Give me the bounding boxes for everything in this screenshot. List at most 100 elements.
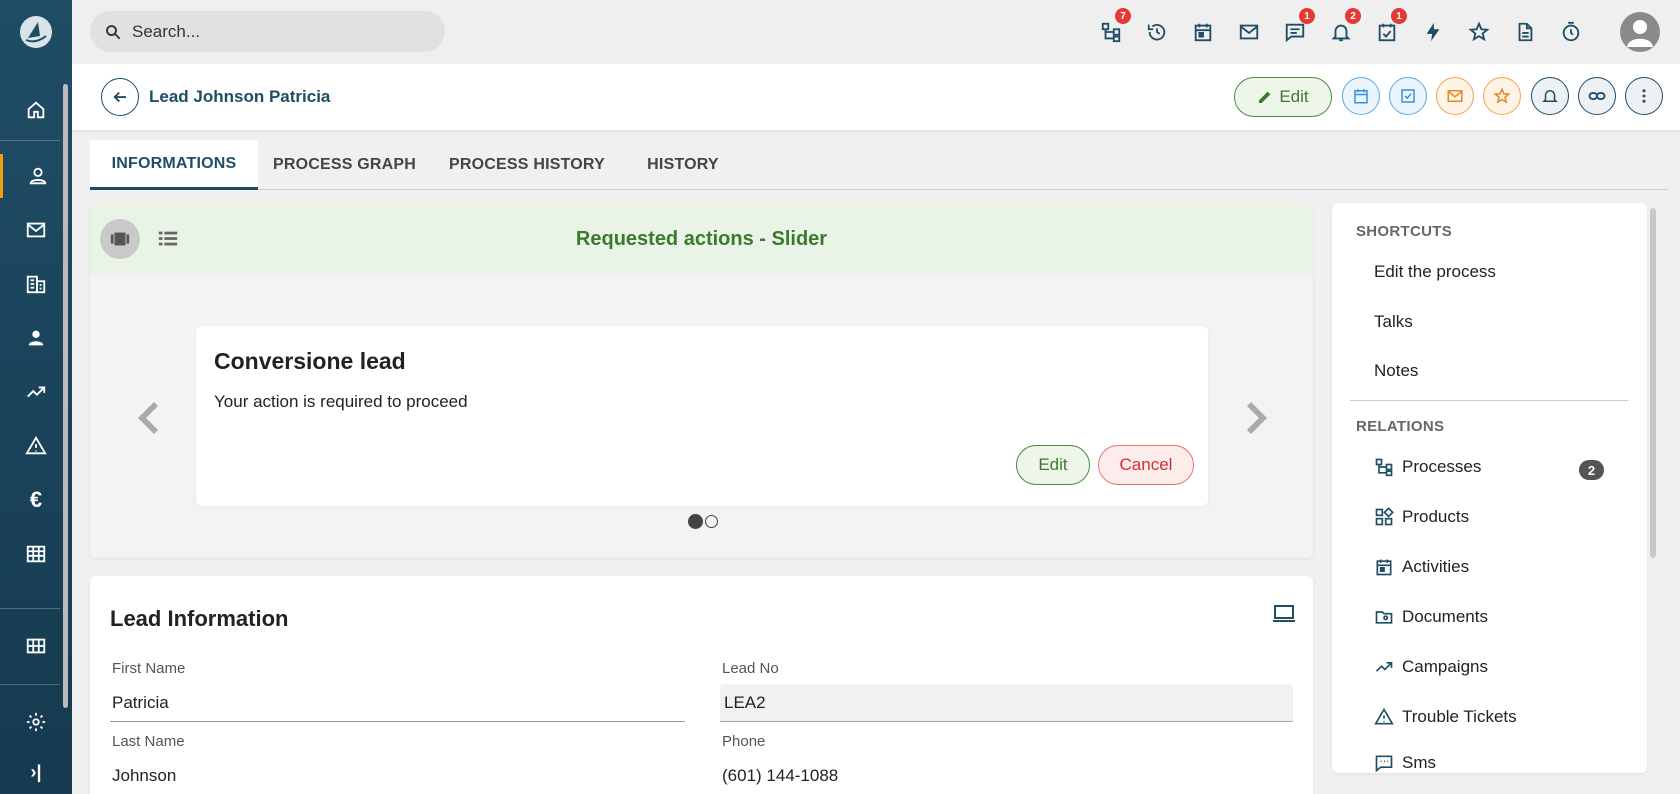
tab-process-graph[interactable]: PROCESS GRAPH <box>258 140 431 190</box>
back-button[interactable] <box>101 78 139 116</box>
search-input[interactable]: Search... <box>90 11 445 52</box>
send-email-button[interactable] <box>1436 77 1474 115</box>
favorite-button[interactable] <box>1483 77 1521 115</box>
bell-icon <box>1331 24 1351 42</box>
topbar-mail-button[interactable] <box>1235 18 1263 46</box>
lead-no-field: LEA2 <box>720 684 1293 722</box>
history-icon <box>1147 23 1166 41</box>
sidebar-item-settings[interactable] <box>0 700 72 744</box>
more-options-button[interactable] <box>1625 77 1663 115</box>
edit-button[interactable]: Edit <box>1234 77 1332 117</box>
topbar-notifications-button[interactable]: 2 <box>1327 8 1361 46</box>
topbar-processes-button[interactable]: 7 <box>1097 8 1131 46</box>
sidebar-item-finance[interactable]: € <box>0 478 72 522</box>
slider-prev-button[interactable] <box>132 398 162 438</box>
relation-sms[interactable]: Sms <box>1374 753 1436 773</box>
tab-process-history[interactable]: PROCESS HISTORY <box>431 140 623 190</box>
last-name-field[interactable]: Johnson <box>110 757 685 794</box>
topbar-history-button[interactable] <box>1143 18 1171 46</box>
topbar-tasks-button[interactable]: 1 <box>1373 8 1407 46</box>
sidebar-item-campaigns[interactable] <box>0 370 72 414</box>
copy-link-button[interactable] <box>1578 77 1616 115</box>
topbar-favorites-button[interactable] <box>1465 18 1493 46</box>
arrow-left-icon <box>113 91 126 103</box>
relations-heading: RELATIONS <box>1356 418 1445 435</box>
sidebar-item-tickets[interactable] <box>0 424 72 468</box>
lead-information-card: Lead Information First Name Patricia Lea… <box>90 576 1313 794</box>
more-vertical-icon <box>1642 89 1646 103</box>
warning-icon <box>25 435 47 455</box>
sidebar-item-tables[interactable] <box>0 532 72 576</box>
link-icon <box>1588 92 1606 100</box>
first-name-field[interactable]: Patricia <box>110 684 685 722</box>
mail-icon <box>26 222 46 238</box>
requested-actions-panel: Requested actions - Slider Conversione l… <box>90 204 1313 558</box>
calendar-icon <box>1354 89 1368 104</box>
shortcut-edit-process[interactable]: Edit the process <box>1374 262 1496 282</box>
phone-field[interactable]: (601) 144-1088 <box>720 757 1293 794</box>
slider-dot-active[interactable] <box>688 514 703 529</box>
slider-next-button[interactable] <box>1243 398 1273 438</box>
shortcut-notes[interactable]: Notes <box>1374 361 1418 381</box>
relation-processes[interactable]: Processes <box>1374 457 1481 477</box>
left-sidebar: € ›| <box>0 0 72 794</box>
relation-documents[interactable]: Documents <box>1374 607 1488 627</box>
sidebar-item-apps[interactable] <box>0 624 72 668</box>
chevron-left-icon <box>138 402 158 434</box>
building-icon <box>26 275 46 294</box>
action-edit-button[interactable]: Edit <box>1016 445 1090 485</box>
relation-label: Products <box>1402 507 1470 526</box>
tab-history[interactable]: HISTORY <box>623 140 743 190</box>
relation-label: Activities <box>1402 557 1470 576</box>
panel-divider <box>1350 400 1628 401</box>
lead-person-icon <box>29 167 46 185</box>
sidebar-item-companies[interactable] <box>0 262 72 306</box>
topbar-documents-button[interactable] <box>1511 18 1539 46</box>
sidebar-item-mail[interactable] <box>0 208 72 252</box>
task-check-icon <box>1378 23 1396 42</box>
add-event-button[interactable] <box>1342 77 1380 115</box>
euro-icon: € <box>29 487 43 512</box>
edit-button-label: Edit <box>1279 87 1309 106</box>
relation-activities[interactable]: Activities <box>1374 557 1469 577</box>
star-icon <box>1468 21 1490 42</box>
sidebar-expand-button[interactable]: ›| <box>0 750 72 794</box>
right-panel-scrollbar[interactable] <box>1650 208 1656 558</box>
relation-trouble-tickets[interactable]: Trouble Tickets <box>1374 707 1517 727</box>
add-task-button[interactable] <box>1389 77 1427 115</box>
sidebar-divider <box>0 140 60 141</box>
tab-informations[interactable]: INFORMATIONS <box>90 140 258 190</box>
topbar-chat-button[interactable]: 1 <box>1281 8 1315 46</box>
app-logo-icon[interactable] <box>18 14 54 50</box>
topbar-calendar-button[interactable] <box>1189 18 1217 46</box>
shortcut-talks[interactable]: Talks <box>1374 312 1413 332</box>
layout-toggle-button[interactable] <box>1272 604 1296 629</box>
relation-campaigns[interactable]: Campaigns <box>1374 657 1488 677</box>
shortcuts-relations-panel: SHORTCUTS Edit the process Talks Notes R… <box>1332 203 1647 773</box>
slider-dot[interactable] <box>705 515 718 528</box>
action-cancel-button[interactable]: Cancel <box>1098 445 1194 485</box>
lead-information-title: Lead Information <box>110 606 289 631</box>
sidebar-item-leads[interactable] <box>0 154 72 198</box>
relation-products[interactable]: Products <box>1374 507 1469 527</box>
sidebar-item-contacts[interactable] <box>0 316 72 360</box>
tab-bar: INFORMATIONS PROCESS GRAPH PROCESS HISTO… <box>90 140 1668 190</box>
timer-icon <box>1562 21 1580 42</box>
page-title: Lead Johnson Patricia <box>149 87 331 106</box>
follow-button[interactable] <box>1531 77 1569 115</box>
search-icon <box>106 24 121 39</box>
sidebar-item-home[interactable] <box>0 88 72 132</box>
task-check-icon <box>1401 89 1415 103</box>
calendar-icon <box>1376 559 1392 576</box>
lightning-icon <box>1426 22 1440 42</box>
relation-label: Sms <box>1402 753 1436 772</box>
topbar-timer-button[interactable] <box>1557 18 1585 46</box>
mail-icon <box>1239 24 1259 40</box>
user-avatar[interactable] <box>1620 12 1660 52</box>
sidebar-scrollbar[interactable] <box>63 84 68 708</box>
slider-pagination <box>688 514 718 529</box>
processes-count-badge: 2 <box>1579 460 1604 480</box>
relation-label: Campaigns <box>1402 657 1488 676</box>
top-bar: Search... 7 1 2 1 <box>72 0 1680 64</box>
topbar-quick-actions-button[interactable] <box>1419 18 1447 46</box>
